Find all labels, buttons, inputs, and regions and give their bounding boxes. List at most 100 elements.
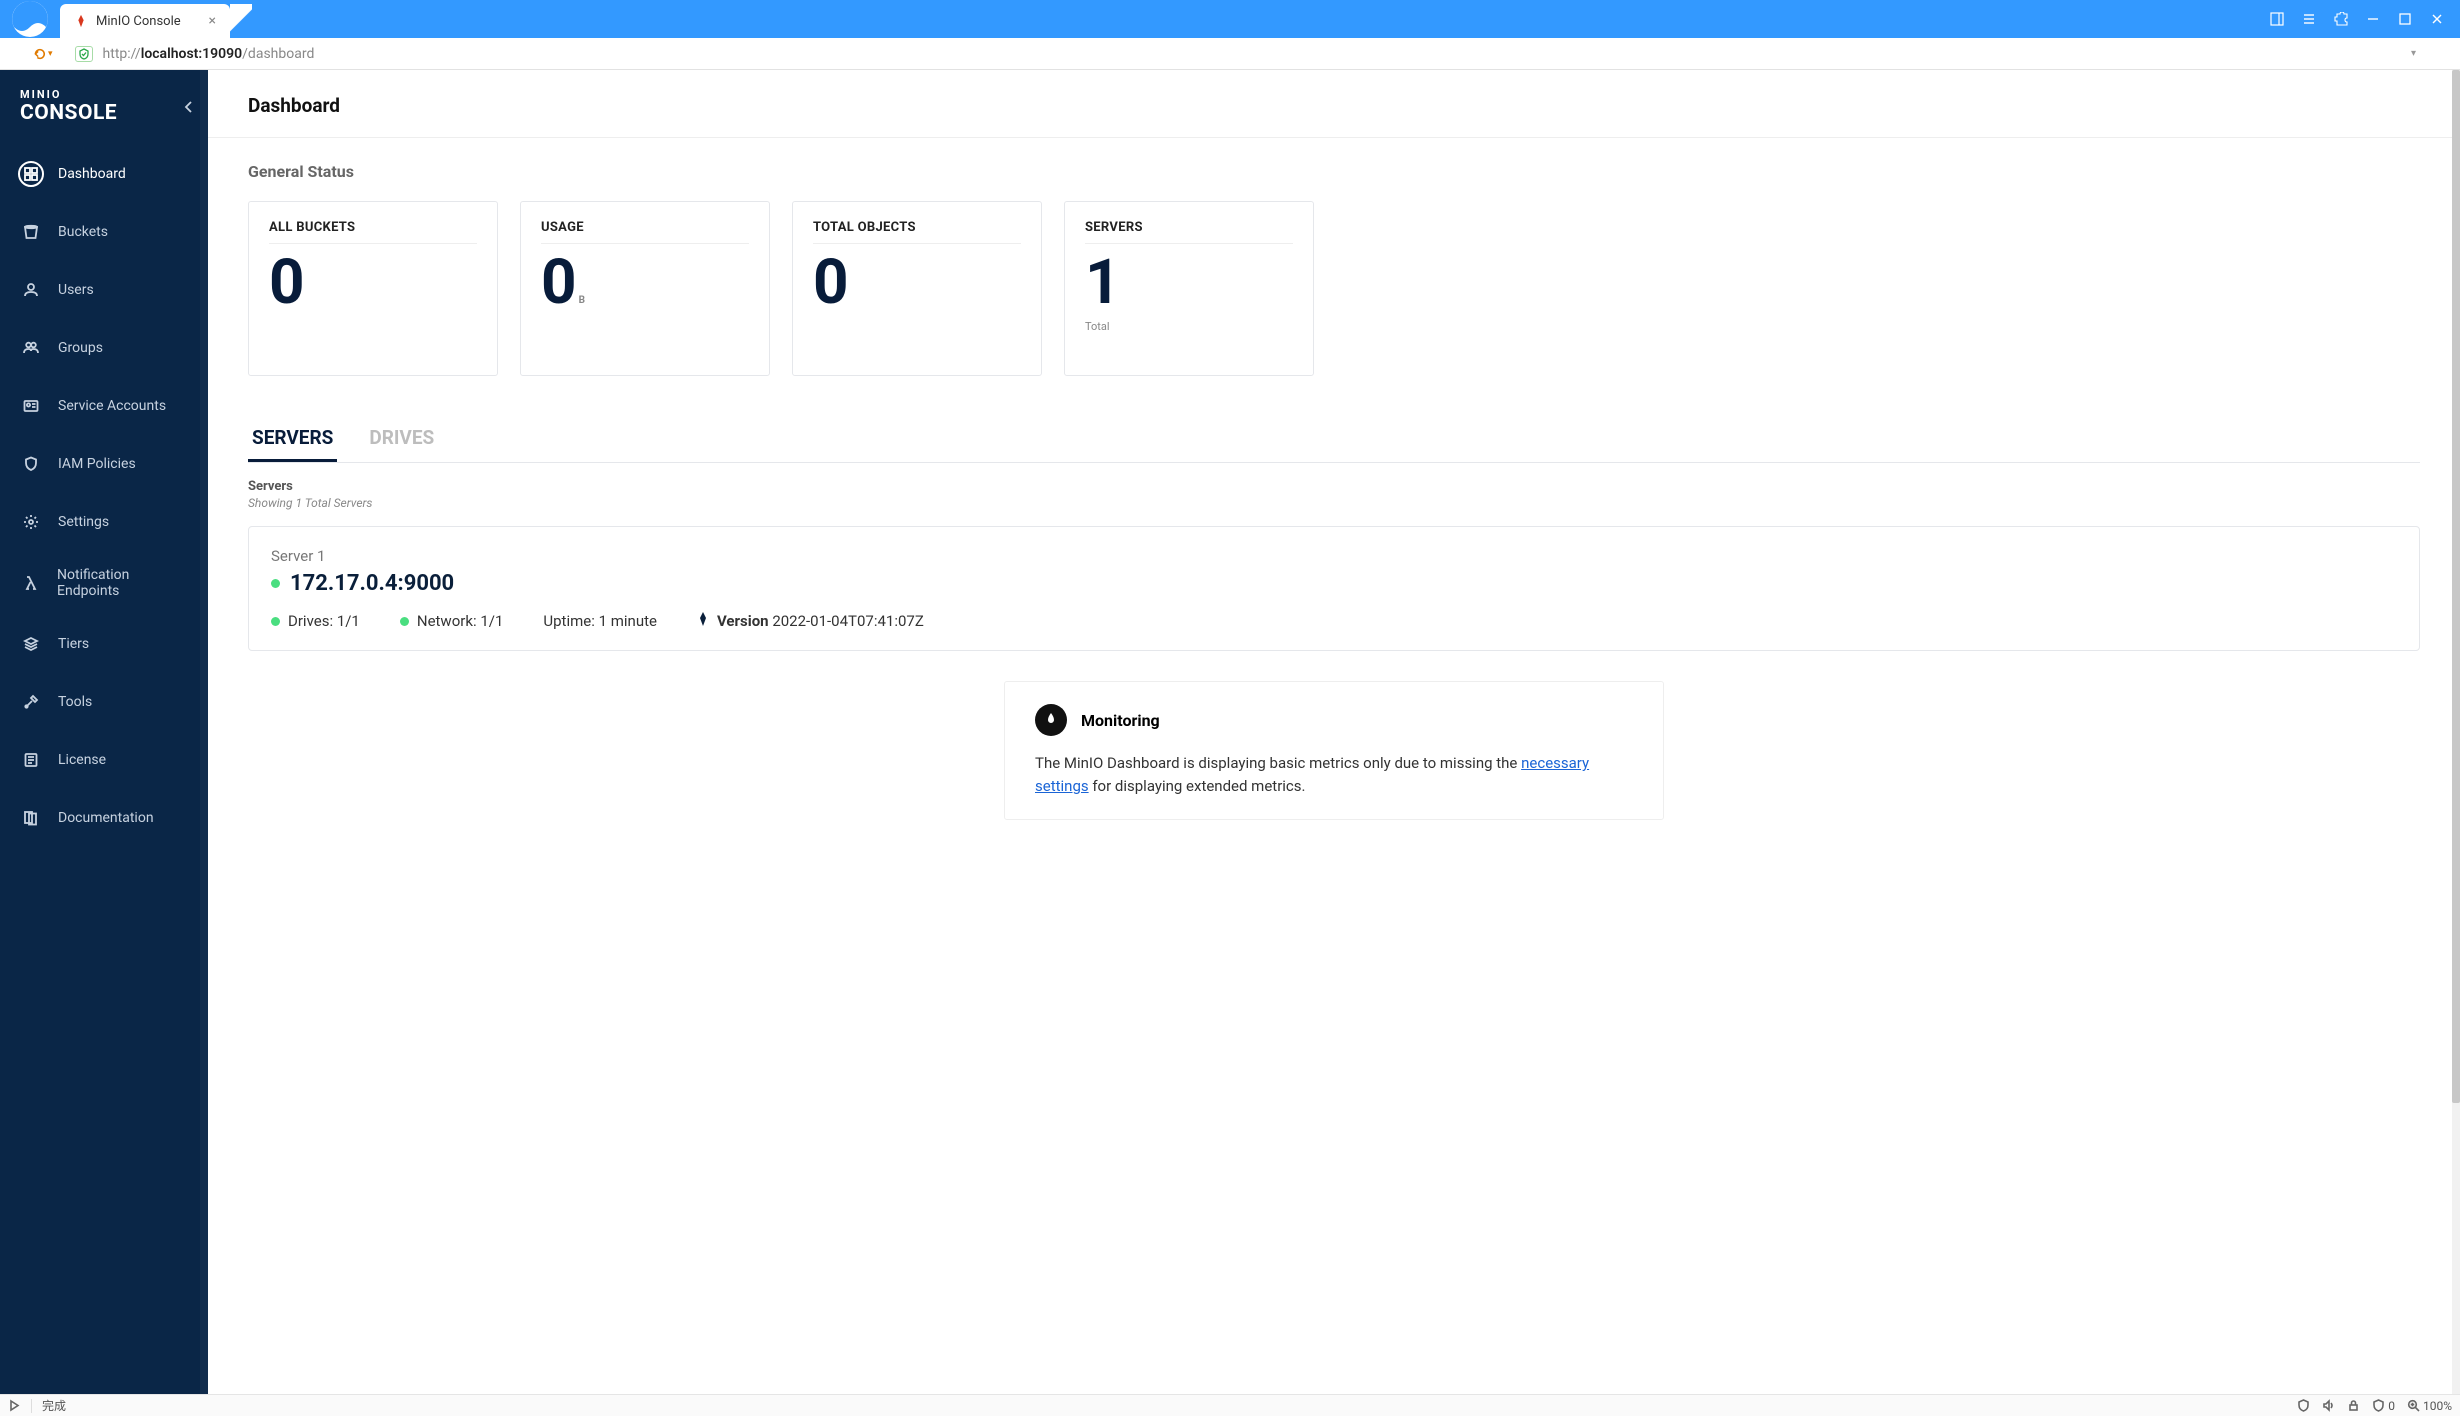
security-icon[interactable] [75, 46, 93, 62]
bucket-icon [18, 219, 44, 245]
shield-icon [18, 451, 44, 477]
servers-drives-tabs: SERVERS DRIVES [248, 416, 2420, 463]
sidebar-item-buckets[interactable]: Buckets [0, 203, 208, 261]
url-path: /dashboard [242, 46, 314, 62]
dashboard-icon [18, 161, 44, 187]
sidebar-item-dashboard[interactable]: Dashboard [0, 145, 208, 203]
undo-icon[interactable]: ▾ [32, 47, 53, 61]
card-label: USAGE [541, 220, 749, 244]
panel-icon[interactable] [2270, 12, 2284, 26]
sidebar-item-documentation[interactable]: Documentation [0, 789, 208, 847]
server-version: Version 2022-01-04T07:41:07Z [697, 612, 924, 630]
sidebar-item-label: Groups [58, 340, 103, 356]
card-value: 0 [269, 252, 477, 314]
stat-cards: ALL BUCKETS0USAGE0BTOTAL OBJECTS0SERVERS… [248, 201, 2420, 376]
sidebar-item-label: Tiers [58, 636, 89, 652]
browser-logo [0, 0, 60, 38]
stat-card-servers: SERVERS1Total [1064, 201, 1314, 376]
version-icon [697, 612, 709, 630]
sidebar-item-label: Dashboard [58, 166, 126, 182]
servers-showing: Showing 1 Total Servers [248, 496, 2420, 510]
monitoring-badge-icon [1035, 704, 1067, 736]
window-controls [2270, 0, 2460, 38]
monitoring-notice: Monitoring The MinIO Dashboard is displa… [1004, 681, 1664, 820]
card-label: TOTAL OBJECTS [813, 220, 1021, 244]
play-icon[interactable] [8, 1399, 21, 1412]
card-sub: Total [1085, 320, 1293, 333]
status-shield-icon[interactable] [2297, 1399, 2310, 1412]
status-zoom[interactable]: 100% [2407, 1399, 2452, 1413]
sidebar-item-service-accounts[interactable]: Service Accounts [0, 377, 208, 435]
scrollbar[interactable] [2452, 70, 2460, 1394]
tab-drives[interactable]: DRIVES [365, 416, 438, 462]
tools-icon [18, 689, 44, 715]
brand-line1: MINIO [20, 88, 188, 101]
tab-servers[interactable]: SERVERS [248, 416, 337, 462]
main: Dashboard General Status ALL BUCKETS 0 USA… [208, 70, 2460, 1394]
notice-text: The MinIO Dashboard is displaying basic … [1035, 752, 1633, 797]
status-dot-icon [271, 617, 280, 626]
license-icon [18, 747, 44, 773]
brand-line2: CONSOLE [20, 101, 188, 125]
server-address: 172.17.0.4:9000 [290, 571, 454, 596]
sidebar-item-label: Users [58, 282, 94, 298]
stat-card-usage: USAGE 0B [520, 201, 770, 376]
sidebar-item-label: Service Accounts [58, 398, 166, 414]
general-status-heading: General Status [248, 162, 2420, 181]
close-window-icon[interactable] [2430, 12, 2444, 26]
collapse-sidebar-icon[interactable] [184, 98, 194, 117]
tab-close-icon[interactable]: × [209, 13, 216, 29]
sidebar-item-notification-endpoints[interactable]: Notification Endpoints [0, 551, 208, 615]
card-value: 1 [1085, 252, 1293, 314]
sidebar-item-label: Notification Endpoints [57, 567, 190, 599]
sidebar-item-license[interactable]: License [0, 731, 208, 789]
group-icon [18, 335, 44, 361]
lambda-icon [18, 570, 43, 596]
user-icon [18, 277, 44, 303]
gear-icon [18, 509, 44, 535]
maximize-icon[interactable] [2398, 12, 2412, 26]
extension-icon[interactable] [2334, 12, 2348, 26]
card-label: ALL BUCKETS [269, 220, 477, 244]
browser-titlebar: MinIO Console × [0, 0, 2460, 38]
sidebar-item-label: License [58, 752, 106, 768]
notice-title: Monitoring [1081, 711, 1160, 730]
status-sound-icon[interactable] [2322, 1399, 2335, 1412]
sidebar-item-label: Buckets [58, 224, 108, 240]
server-card[interactable]: Server 1 172.17.0.4:9000 Drives: 1/1 Net… [248, 526, 2420, 651]
sidebar-item-tools[interactable]: Tools [0, 673, 208, 731]
url-host: localhost:19090 [141, 46, 242, 62]
brand: MINIO CONSOLE [0, 80, 208, 139]
browser-addressbar: ▾ http://localhost:19090/dashboard ▾ [0, 38, 2460, 70]
stat-card-all-buckets: ALL BUCKETS 0 [248, 201, 498, 376]
card-value: 0B [541, 252, 749, 314]
minio-favicon-icon [74, 14, 88, 28]
stat-card-total-objects: TOTAL OBJECTS0 [792, 201, 1042, 376]
sidebar-item-label: Settings [58, 514, 109, 530]
servers-heading: Servers [248, 479, 2420, 494]
url-field[interactable]: http://localhost:19090/dashboard [103, 46, 2365, 62]
page-title: Dashboard [208, 70, 2460, 138]
dropdown-icon[interactable]: ▾ [2411, 48, 2416, 59]
menu-icon[interactable] [2302, 12, 2316, 26]
status-block-count[interactable]: 0 [2372, 1399, 2395, 1413]
sidebar-item-groups[interactable]: Groups [0, 319, 208, 377]
sidebar-item-iam-policies[interactable]: IAM Policies [0, 435, 208, 493]
status-lock-icon[interactable] [2347, 1399, 2360, 1412]
status-dot-icon [271, 579, 280, 588]
sidebar-item-tiers[interactable]: Tiers [0, 615, 208, 673]
layers-icon [18, 631, 44, 657]
server-drives: Drives: 1/1 [271, 612, 360, 630]
sidebar: MINIO CONSOLE Dashboard Buckets Users Group… [0, 70, 208, 1394]
browser-tab[interactable]: MinIO Console × [60, 4, 230, 38]
browser-statusbar: 完成 0 100% [0, 1394, 2460, 1416]
status-text: 完成 [42, 1397, 66, 1414]
sidebar-item-users[interactable]: Users [0, 261, 208, 319]
sidebar-item-settings[interactable]: Settings [0, 493, 208, 551]
tab-title: MinIO Console [96, 14, 181, 29]
server-uptime: Uptime: 1 minute [543, 612, 657, 630]
card-suffix: B [579, 295, 585, 306]
server-name: Server 1 [271, 547, 2397, 565]
minimize-icon[interactable] [2366, 12, 2380, 26]
id-icon [18, 393, 44, 419]
